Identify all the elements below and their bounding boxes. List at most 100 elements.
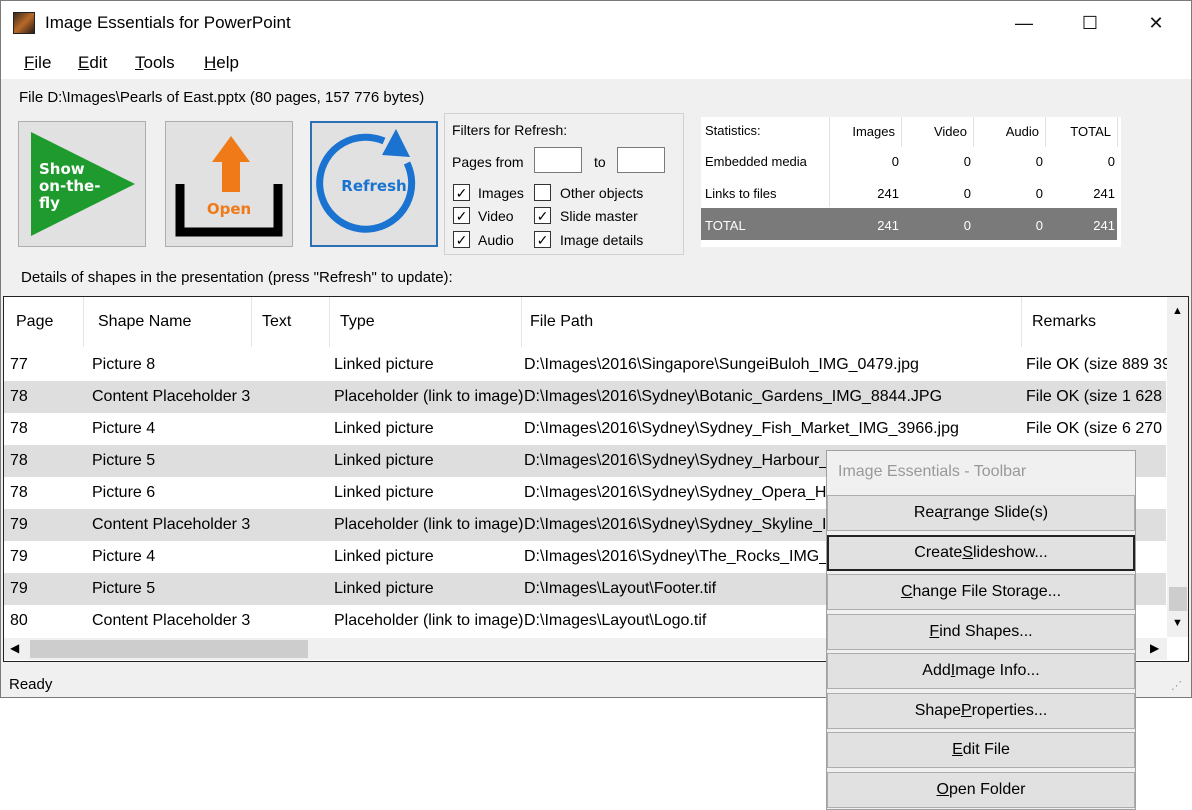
slide-master-checkbox-label: Slide master [560,208,638,224]
resize-grip-icon[interactable]: ⋰ [1171,679,1182,692]
toolbar-button-label: roperties... [971,701,1048,719]
column-header-type[interactable]: Type [328,297,522,347]
cell-shape-name: Picture 4 [92,548,156,565]
toolbar-button-label: Rea [913,504,944,521]
cell-shape-name: Picture 4 [92,420,156,437]
toolbar-button-label: P [961,701,972,719]
cell-type: Placeholder (link to image) [334,388,524,405]
cell-shape-name: Content Placeholder 3 [92,388,251,405]
find-shapes-button[interactable]: Find Shapes... [827,613,1135,650]
menu-edit[interactable]: Edit [78,53,107,73]
column-header-remarks[interactable]: Remarks [1020,297,1168,347]
column-header-page[interactable]: Page [4,297,84,347]
pages-from-input[interactable] [534,147,582,173]
vertical-scroll-thumb[interactable] [1169,587,1187,611]
menu-help[interactable]: Help [204,53,239,73]
toolbar-button-label: Create [914,543,963,561]
scroll-right-icon[interactable]: ▶ [1150,641,1159,655]
show-label-3: fly [39,194,60,212]
stats-cell: 0 [891,154,899,169]
audio-checkbox-label: Audio [478,232,514,248]
stats-cell: 0 [1035,186,1043,201]
refresh-circle-icon: Refresh [316,129,416,233]
file-info-label: File D:\Images\Pearls of East.pptx (80 p… [19,89,425,106]
open-button[interactable]: Open [165,121,293,247]
images-checkbox-label: Images [478,185,524,201]
cell-type: Placeholder (link to image) [334,612,524,629]
toolbar-button-label: C [900,583,913,600]
cell-remarks: File OK (size 889 397 [1026,356,1180,373]
shape-properties-button[interactable]: Shape Properties... [827,692,1135,729]
table-row[interactable]: 78 Content Placeholder 3 Placeholder (link… [4,381,1175,413]
cell-file-path: D:\Images\2016\Sydney\Sydney_Skyline_I [524,516,827,533]
images-checkbox[interactable]: ✓ [453,184,470,201]
cell-page: 79 [10,516,28,533]
pages-from-label: Pages from [452,154,524,170]
stats-row-label: Links to files [705,186,777,201]
stats-cell: 241 [1093,218,1115,233]
toolbar-button-label: E [952,741,963,758]
scroll-up-icon[interactable]: ▲ [1172,305,1183,317]
scroll-left-icon[interactable]: ◀ [10,641,19,655]
cell-file-path: D:\Images\2016\Sydney\The_Rocks_IMG_ [524,548,829,565]
stats-header-label: Statistics: [705,123,761,138]
cell-type: Linked picture [334,452,434,469]
menu-bar: File Edit Tools Help [1,45,1191,79]
toolbar-button-label: Add [922,662,951,679]
horizontal-scroll-thumb[interactable] [30,640,308,658]
vertical-scrollbar[interactable]: ▲ ▼ [1167,297,1188,637]
toolbar-title: Image Essentials - Toolbar [838,463,1027,480]
other-objects-checkbox[interactable] [534,184,551,201]
cell-page: 78 [10,452,28,469]
stats-cell: 0 [1035,154,1043,169]
image-details-checkbox-label: Image details [560,232,644,248]
details-label: Details of shapes in the presentation (p… [21,269,453,286]
pages-to-input[interactable] [617,147,665,173]
filters-title: Filters for Refresh: [452,122,568,138]
cell-page: 77 [10,356,28,373]
cell-page: 80 [10,612,28,629]
column-header-text[interactable]: Text [250,297,330,347]
minimize-button[interactable]: — [991,1,1057,45]
cell-remarks: File OK (size 6 270 5 [1026,420,1176,437]
show-label-1: Show [39,160,85,178]
create-slideshow-button[interactable]: Create Slideshow... [827,534,1135,571]
table-row[interactable]: 77 Picture 8 Linked picture D:\Images\2016\… [4,349,1180,381]
show-on-the-fly-button[interactable]: Show on-the- fly [18,121,146,247]
video-checkbox[interactable]: ✓ [453,207,470,224]
change-file-storage-button[interactable]: Change File Storage... [827,574,1135,610]
toolbar-button-label: dit File [962,741,1010,758]
menu-tools[interactable]: Tools [135,53,175,73]
column-header-shape-name[interactable]: Shape Name [86,297,252,347]
app-icon [13,12,35,34]
stats-row-label: TOTAL [705,218,746,233]
stats-header-video: Video [933,124,967,139]
cell-type: Placeholder (link to image) [334,516,524,533]
column-header-file-path[interactable]: File Path [518,297,1022,347]
video-checkbox-label: Video [478,208,514,224]
close-button[interactable]: ✕ [1123,1,1189,45]
stats-cell: 0 [963,154,971,169]
stats-cell: 0 [1035,218,1043,233]
cell-shape-name: Picture 6 [92,484,156,501]
refresh-label: Refresh [341,177,406,195]
window-title: Image Essentials for PowerPoint [45,13,291,32]
slide-master-checkbox[interactable]: ✓ [534,207,551,224]
refresh-button[interactable]: Refresh [310,121,438,247]
edit-file-button[interactable]: Edit File [827,732,1135,768]
show-label-2: on-the- [39,177,100,195]
toolbar-button-label: lideshow... [972,543,1048,561]
statistics-table: Statistics: Images Video Audio TOTAL Emb… [701,117,1121,247]
scroll-down-icon[interactable]: ▼ [1172,617,1183,629]
image-essentials-toolbar: Image Essentials - Toolbar Rea r range Sli… [826,450,1136,810]
open-folder-button[interactable]: Open Folder [827,771,1135,808]
image-details-checkbox[interactable]: ✓ [534,231,551,248]
menu-file[interactable]: File [24,53,51,73]
rearrange-slides-button[interactable]: Rea r range Slide(s) [827,495,1135,531]
table-row[interactable]: 78 Picture 4 Linked picture D:\Images\2016\… [4,413,1175,445]
toolbar-button-label: mage Info... [955,662,1040,679]
maximize-button[interactable]: ☐ [1057,1,1123,45]
add-image-info-button[interactable]: Add Image Info... [827,653,1135,689]
stats-header-audio: Audio [1005,124,1039,139]
audio-checkbox[interactable]: ✓ [453,231,470,248]
